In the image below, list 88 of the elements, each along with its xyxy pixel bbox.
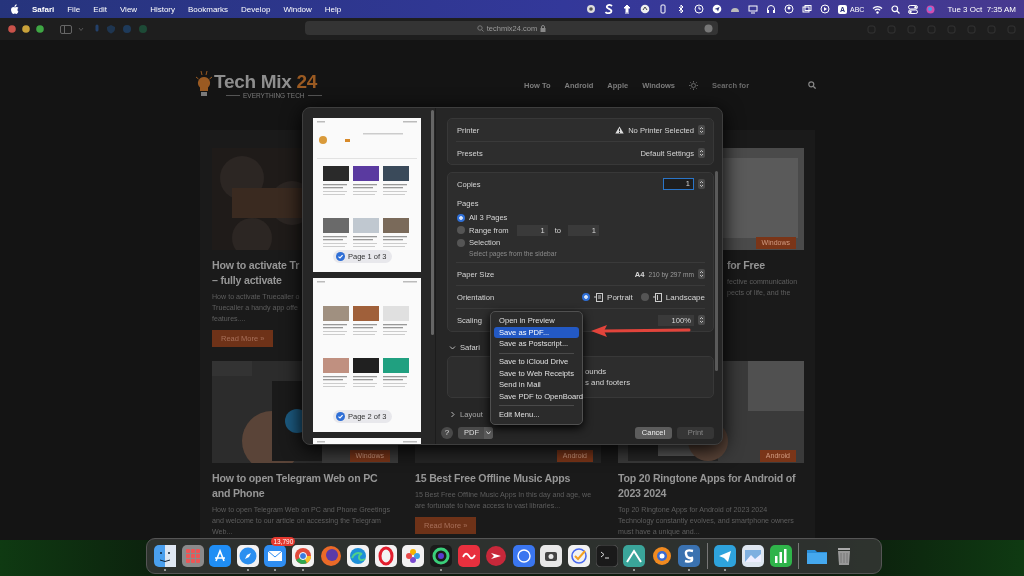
camera-icon[interactable] (540, 545, 563, 567)
article-title[interactable]: 15 Best Free Offline Music Apps (415, 471, 571, 486)
menu-title[interactable]: View (119, 4, 138, 14)
checkmark-icon[interactable] (336, 252, 345, 261)
radio-button[interactable] (640, 293, 649, 301)
radio-button[interactable] (457, 213, 465, 222)
article-title[interactable]: How to open Telegram Web on PC and Phone (212, 471, 378, 501)
envelope-icon[interactable] (264, 545, 287, 567)
article-title[interactable]: for Free (727, 258, 765, 273)
radio-button[interactable] (582, 293, 591, 301)
menu-title[interactable]: History (150, 4, 175, 14)
popup-arrows-icon[interactable] (698, 148, 705, 158)
color-wheel-icon[interactable] (291, 545, 314, 567)
menu-title[interactable]: Safari (32, 4, 55, 14)
radio-label[interactable]: Landscape (665, 292, 705, 302)
logo-text: Tech Mix 24 (214, 71, 319, 92)
ring-icon[interactable] (429, 545, 452, 567)
arrows-icon[interactable] (485, 545, 508, 567)
apple-icon[interactable] (10, 4, 19, 14)
wave-icon[interactable] (347, 545, 370, 567)
wifi-icon[interactable] (872, 4, 884, 14)
swirl-icon[interactable] (678, 545, 701, 567)
disclosure-icon[interactable] (449, 344, 456, 352)
menu-title[interactable]: Edit (93, 4, 107, 14)
search-icon[interactable] (891, 4, 901, 14)
check-icon[interactable] (567, 545, 590, 567)
close-button[interactable] (8, 25, 16, 33)
landscape-icon (652, 292, 662, 302)
menu-title[interactable]: Develop (241, 4, 271, 14)
person-icon[interactable] (783, 4, 794, 14)
page-thumbnail[interactable] (313, 278, 421, 432)
disclosure-icon[interactable] (449, 410, 456, 418)
scrollbar[interactable] (431, 110, 434, 335)
up-arrow-icon[interactable] (639, 4, 650, 14)
scrollbar[interactable] (715, 171, 718, 371)
popup-arrows-icon[interactable] (698, 269, 705, 279)
radio-button[interactable] (457, 226, 465, 234)
search-icon (476, 24, 484, 32)
clock-icon[interactable] (693, 4, 704, 14)
ring-icon[interactable] (374, 545, 397, 567)
menu-title[interactable]: File (67, 4, 81, 14)
portrait-icon (594, 292, 604, 302)
terminal-icon[interactable] (595, 545, 618, 567)
menu-title[interactable]: Help (324, 4, 342, 14)
minimize-button[interactable] (22, 25, 30, 33)
menu-clock[interactable]: Tue 3 Oct 7:35 AM (947, 4, 1016, 14)
article-title[interactable]: How to activate Tr – fully activate (212, 258, 300, 288)
gear-icon[interactable] (650, 545, 673, 567)
checkmark-icon[interactable] (336, 412, 345, 421)
page-thumbnail[interactable] (313, 118, 421, 272)
sun-icon[interactable] (689, 80, 698, 90)
warning-icon (615, 126, 625, 134)
article-title[interactable]: Top 20 Ringtone Apps for Android of 2023 2024 (618, 471, 796, 501)
monitor-icon[interactable] (747, 4, 758, 14)
stepper-icon[interactable] (698, 315, 705, 325)
windows-icon[interactable] (801, 4, 812, 14)
mountain-icon[interactable] (623, 545, 646, 567)
send-icon[interactable] (711, 4, 722, 14)
paper-plane-icon[interactable] (714, 545, 737, 567)
flower-icon[interactable] (402, 545, 425, 567)
control-center-icon[interactable] (908, 4, 919, 14)
stepper-icon[interactable] (698, 179, 705, 189)
swirl-icon[interactable] (603, 4, 614, 14)
chat-bubble-icon[interactable] (512, 545, 535, 567)
headphones-icon[interactable] (765, 4, 776, 14)
bar-chart-icon[interactable] (769, 545, 792, 567)
face-icon[interactable] (154, 545, 176, 567)
play-icon[interactable] (819, 4, 830, 14)
sidebar-icon[interactable] (60, 24, 72, 34)
photo-icon[interactable] (742, 545, 765, 567)
menu-title[interactable]: Window (283, 4, 312, 14)
help-button[interactable]: ? (441, 426, 453, 439)
compass-icon[interactable] (236, 545, 259, 567)
lock-icon (540, 24, 547, 32)
radio-label[interactable]: Portrait (607, 292, 633, 302)
more-icon[interactable] (704, 24, 713, 33)
grid-icon[interactable] (181, 545, 204, 567)
record-icon[interactable] (585, 4, 596, 14)
lightbulb-icon (196, 71, 212, 99)
globe-icon[interactable] (319, 545, 342, 567)
menu-title[interactable]: Bookmarks (188, 4, 229, 14)
search-icon[interactable] (808, 81, 816, 89)
radio-button[interactable] (457, 238, 465, 247)
caret-icon (486, 430, 491, 435)
popup-arrows-icon[interactable] (698, 125, 705, 135)
zoom-button[interactable] (36, 25, 44, 33)
siri-icon[interactable] (926, 4, 936, 14)
loop-icon[interactable] (457, 545, 480, 567)
